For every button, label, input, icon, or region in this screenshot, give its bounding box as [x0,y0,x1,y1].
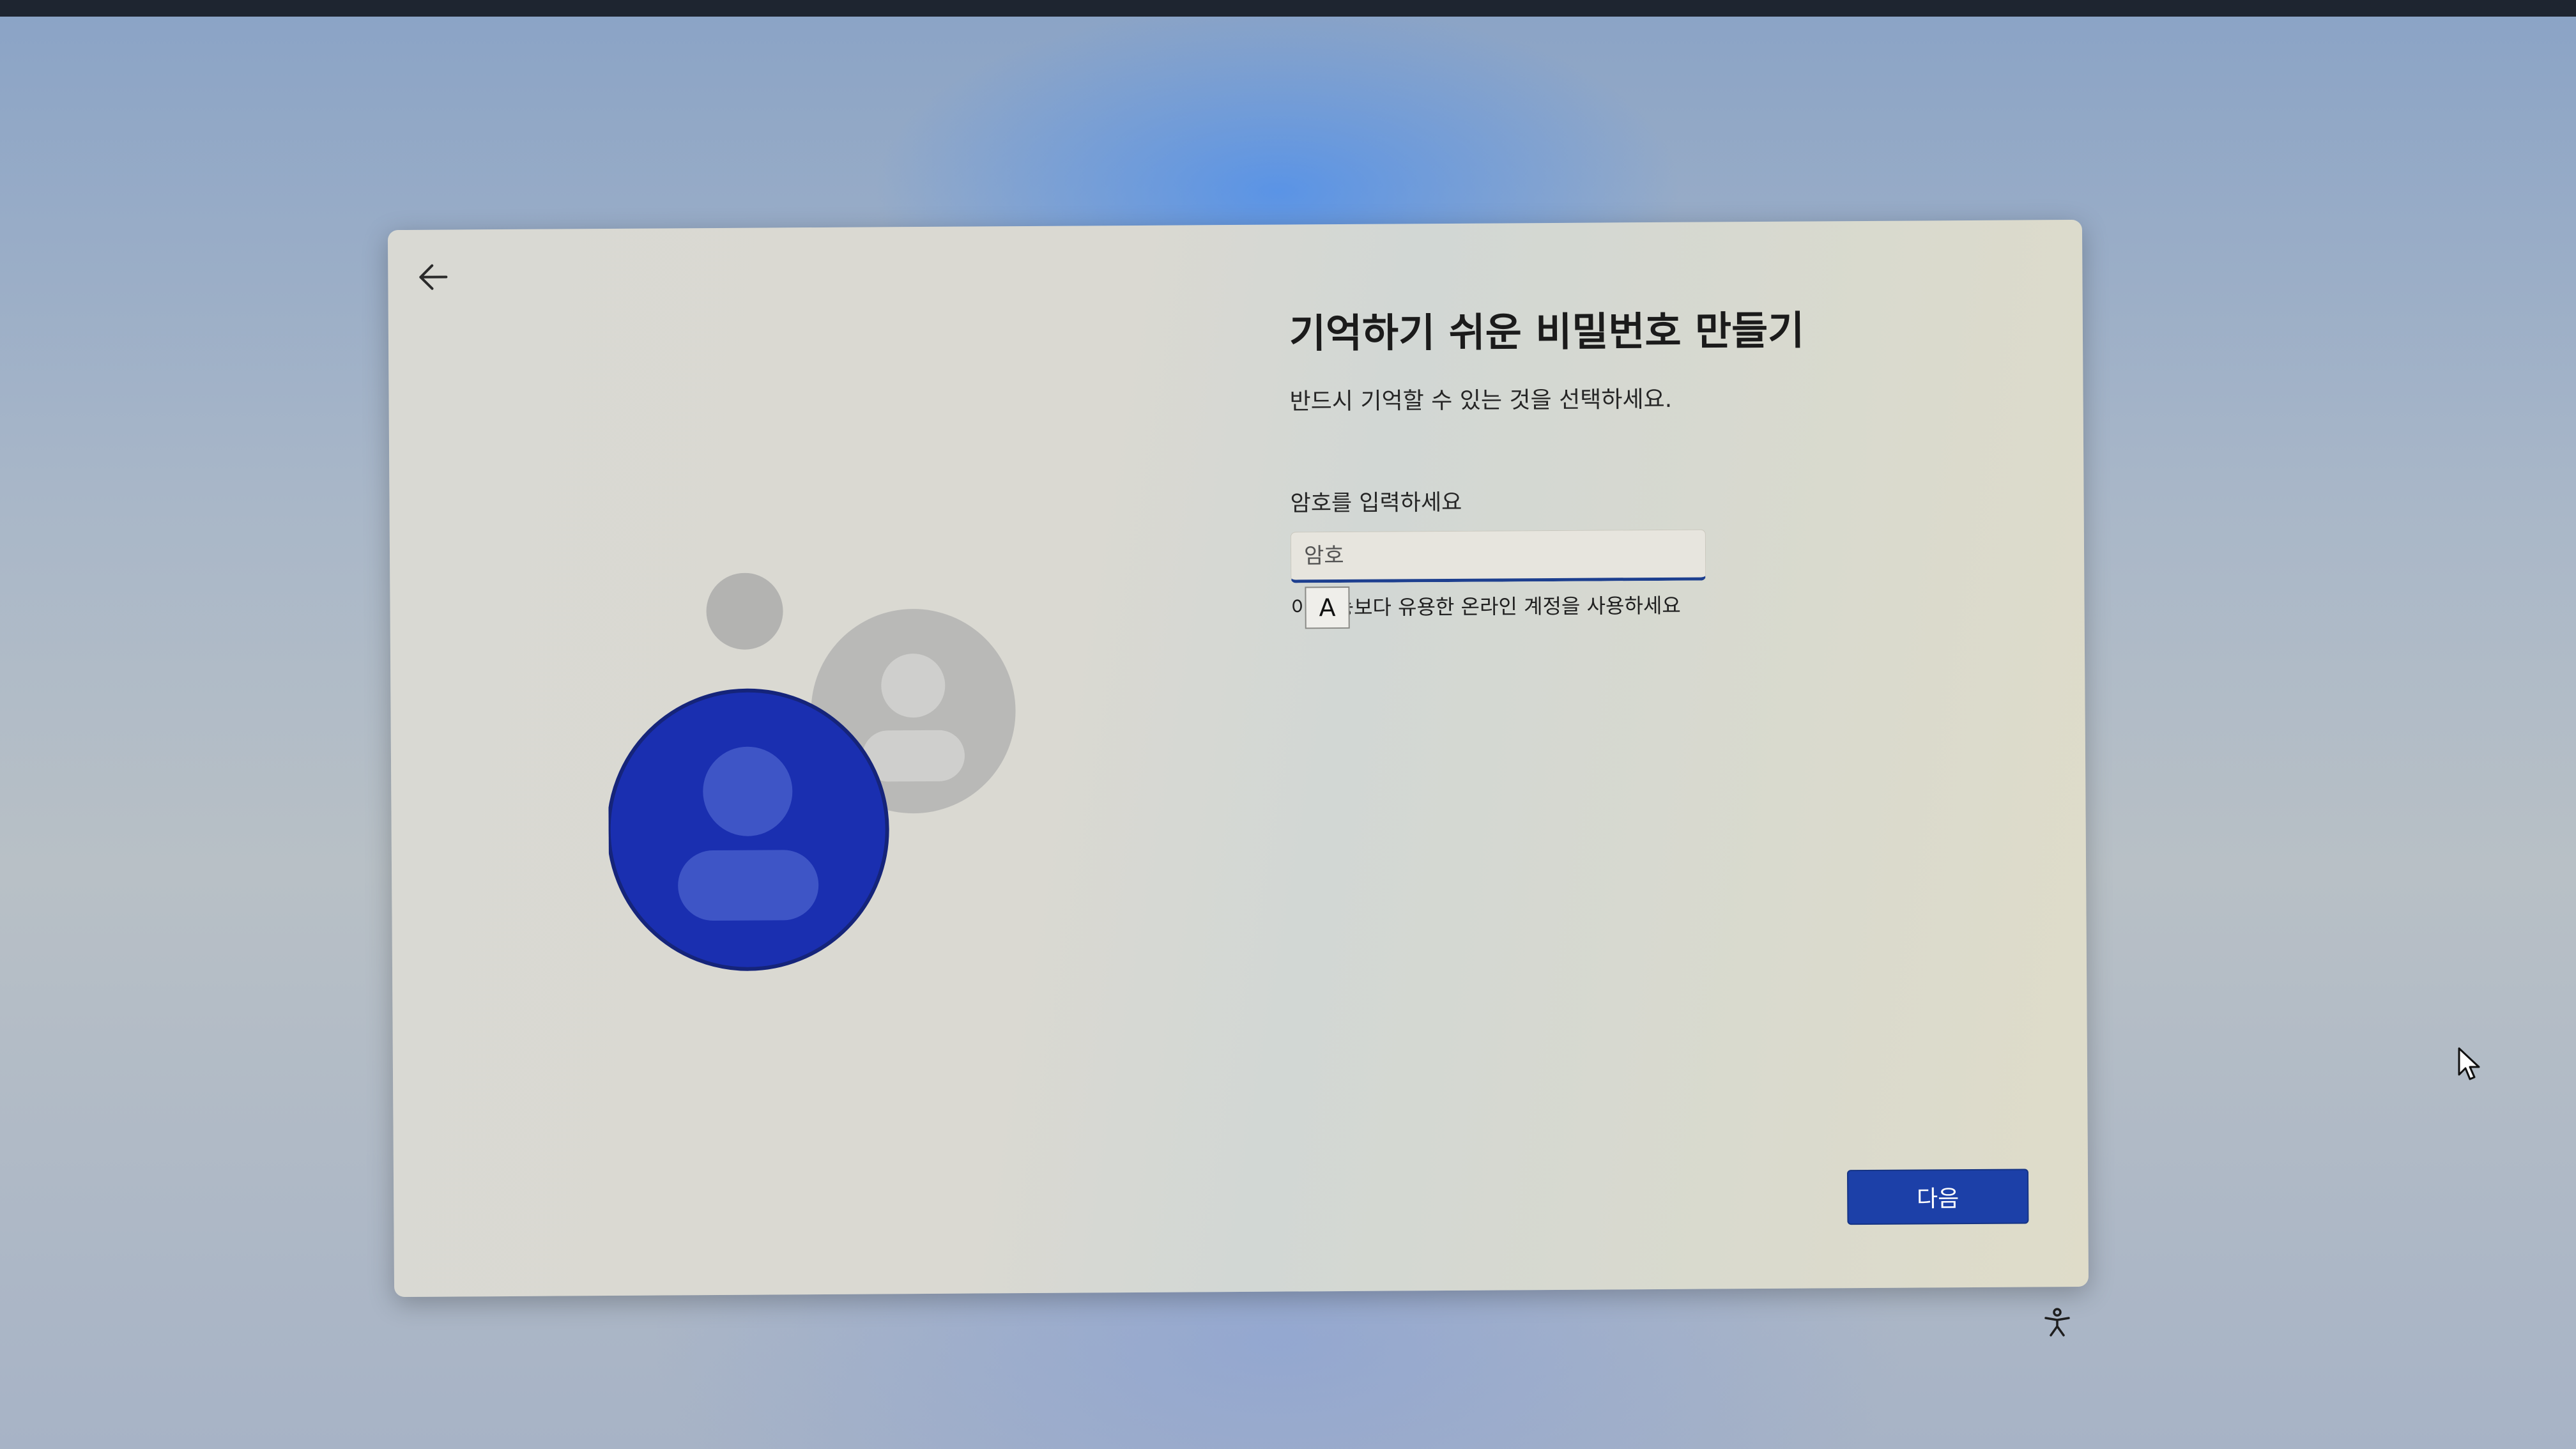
accessibility-icon [2044,1308,2070,1337]
password-form: 기억하기 쉬운 비밀번호 만들기 반드시 기억할 수 있는 것을 선택하세요. … [1289,297,1994,629]
mouse-cursor [2457,1046,2483,1082]
page-subtitle: 반드시 기억할 수 있는 것을 선택하세요. [1289,386,1673,415]
online-account-link[interactable]: 이 기능보다 유용한 온라인 계정을 사용하세요 [1291,588,1993,622]
password-label: 암호를 입력하세요 [1290,489,1462,517]
password-field-wrapper: A [1290,529,1706,629]
user-accounts-illustration [607,572,1016,971]
next-button[interactable]: 다음 [1846,1169,2029,1225]
password-input[interactable] [1290,529,1706,583]
primary-user-avatar [607,688,889,971]
account-setup-dialog: 기억하기 쉬운 비밀번호 만들기 반드시 기억할 수 있는 것을 선택하세요. … [387,219,2089,1298]
back-button[interactable] [407,251,458,302]
ime-mode-indicator: A [1305,586,1350,629]
mouse-pointer-icon [2458,1047,2480,1080]
back-arrow-icon [419,264,448,290]
accessibility-button[interactable] [2042,1307,2073,1338]
top-screen-bezel [0,0,2576,17]
small-user-dot [706,572,783,650]
page-title: 기억하기 쉬운 비밀번호 만들기 [1289,307,1805,357]
